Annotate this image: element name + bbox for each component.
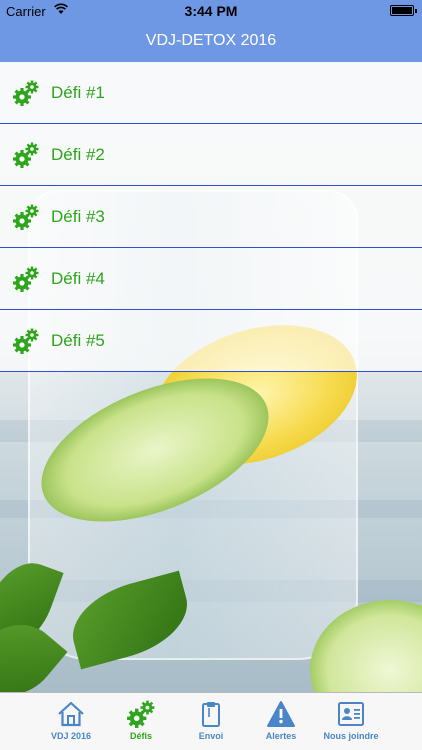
clipboard-icon [196, 699, 226, 729]
gears-icon [12, 327, 40, 355]
list-item-label: Défi #5 [51, 330, 105, 350]
nav-bar: VDJ-DETOX 2016 [0, 22, 422, 62]
list-item-label: Défi #1 [51, 82, 105, 102]
gears-icon [12, 265, 40, 293]
gears-icon [12, 203, 40, 231]
tab-label: Alertes [265, 731, 297, 741]
tab-envoi[interactable]: Envoi [176, 693, 246, 750]
battery-icon [390, 5, 417, 16]
gears-icon [12, 141, 40, 169]
home-icon [56, 699, 86, 729]
list-item[interactable]: Défi #2 [0, 124, 422, 186]
tab-bar: VDJ 2016 Défis Envoi Alertes Nous joindr… [0, 692, 422, 750]
warning-icon [266, 699, 296, 729]
tab-label: Nous joindre [323, 731, 379, 741]
list-item-label: Défi #2 [51, 144, 105, 164]
tab-vdj-2016[interactable]: VDJ 2016 [36, 693, 106, 750]
page-title: VDJ-DETOX 2016 [145, 32, 277, 49]
tab-nous-joindre[interactable]: Nous joindre [316, 693, 386, 750]
tab-label: Envoi [198, 731, 224, 741]
challenge-list: Défi #1 Défi #2 Défi #3 Défi #4 Défi #5 [0, 62, 422, 372]
list-item[interactable]: Défi #1 [0, 62, 422, 124]
list-item[interactable]: Défi #5 [0, 310, 422, 372]
list-item[interactable]: Défi #3 [0, 186, 422, 248]
contact-card-icon [336, 699, 366, 729]
list-item-label: Défi #4 [51, 268, 105, 288]
gears-icon [126, 699, 156, 729]
gears-icon [12, 79, 40, 107]
list-item-label: Défi #3 [51, 206, 105, 226]
list-item[interactable]: Défi #4 [0, 248, 422, 310]
tab-label: VDJ 2016 [50, 731, 92, 741]
status-time: 3:44 PM [184, 3, 238, 19]
tab-label: Défis [129, 731, 152, 741]
status-bar: Carrier 3:44 PM [0, 0, 422, 22]
tab-alertes[interactable]: Alertes [246, 693, 316, 750]
tab-defis[interactable]: Défis [106, 693, 176, 750]
